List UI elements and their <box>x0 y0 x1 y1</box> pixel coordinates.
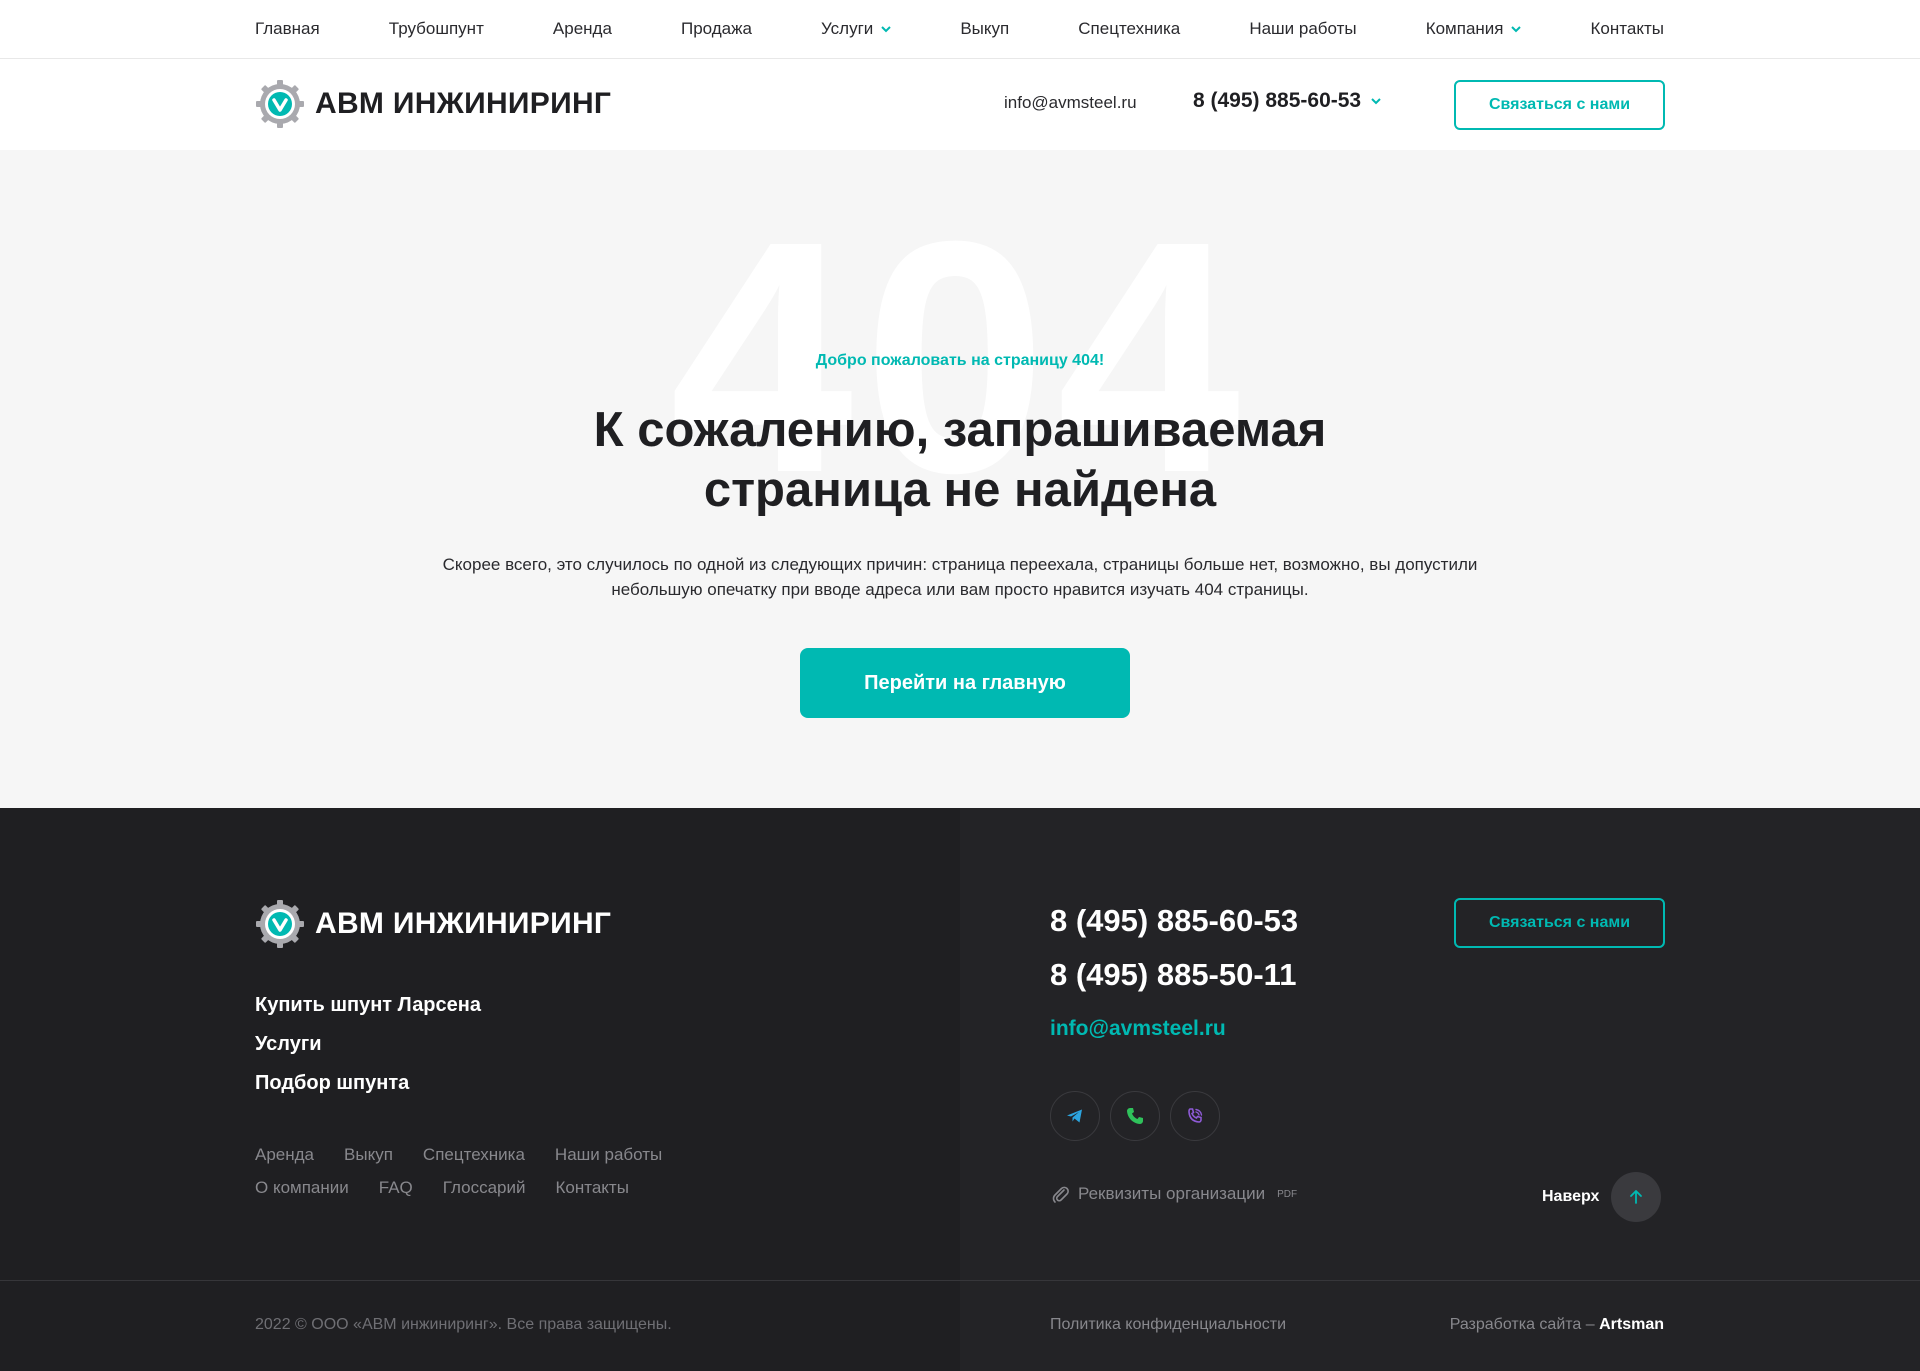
footer-email-link[interactable]: info@avmsteel.ru <box>1050 1017 1226 1041</box>
gear-logo-icon <box>256 80 304 128</box>
nav-item-rent[interactable]: Аренда <box>553 19 612 39</box>
footer-main-links: Купить шпунт Ларсена Услуги Подбор шпунт… <box>255 994 481 1111</box>
social-links <box>1050 1091 1220 1141</box>
footer-contact-us-button[interactable]: Связаться с нами <box>1454 898 1665 948</box>
call-button[interactable] <box>1110 1091 1160 1141</box>
nav-item-label: Выкуп <box>960 19 1010 38</box>
footer-link-services[interactable]: Услуги <box>255 1033 481 1056</box>
site-footer: АВМ ИНЖИНИРИНГ Купить шпунт Ларсена Услу… <box>0 808 1920 1371</box>
back-to-top-label: Наверх <box>1542 1188 1600 1205</box>
back-to-top-button[interactable]: Наверх <box>1542 1172 1662 1222</box>
privacy-policy-link[interactable]: Политика конфиденциальности <box>1050 1316 1286 1334</box>
nav-item-label: Главная <box>255 19 320 38</box>
telegram-button[interactable] <box>1050 1091 1100 1141</box>
chevron-down-icon <box>1371 98 1381 105</box>
copyright-text: 2022 © ООО «АВМ инжиниринг». Все права з… <box>255 1316 672 1333</box>
footer-link-faq[interactable]: FAQ <box>379 1178 413 1198</box>
nav-item-label: Продажа <box>680 19 752 38</box>
contact-us-button[interactable]: Связаться с нами <box>1454 80 1665 130</box>
requisites-link[interactable]: Реквизиты организации PDF <box>1050 1184 1297 1204</box>
error-description-line: небольшую опечатку при вводе адреса или … <box>611 580 1309 599</box>
arrow-up-icon <box>1630 1190 1643 1204</box>
footer-logo[interactable]: АВМ ИНЖИНИРИНГ <box>255 899 611 949</box>
viber-icon <box>1188 1108 1203 1123</box>
paperclip-icon <box>1052 1186 1069 1203</box>
nav-item-trubosphunt[interactable]: Трубошпунт <box>389 19 484 39</box>
nav-item-label: Контакты <box>1590 19 1664 38</box>
nav-item-label: Наши работы <box>1249 19 1357 38</box>
developer-credit: Разработка сайта – Artsman <box>1450 1316 1664 1334</box>
gear-logo-icon <box>256 900 304 948</box>
logo-text: АВМ ИНЖИНИРИНГ <box>315 87 612 120</box>
header-phone[interactable]: 8 (495) 885-60-53 <box>1193 89 1381 113</box>
nav-item-contacts[interactable]: Контакты <box>1591 19 1664 39</box>
nav-item-label: Услуги <box>820 19 874 38</box>
footer-secondary-links: Аренда Выкуп Спецтехника Наши работы О к… <box>255 1145 755 1198</box>
error-description-line: Скорее всего, это случилось по одной из … <box>442 555 1478 574</box>
nav-item-services[interactable]: Услуги <box>821 19 891 39</box>
footer-right-panel <box>960 808 1920 1371</box>
footer-link-about[interactable]: О компании <box>255 1178 349 1198</box>
error-welcome-label: Добро пожаловать на страницу 404! <box>815 352 1105 369</box>
nav-item-label: Аренда <box>552 19 612 38</box>
footer-link-works[interactable]: Наши работы <box>555 1145 662 1165</box>
logo[interactable]: АВМ ИНЖИНИРИНГ <box>255 79 611 129</box>
header-phone-number: 8 (495) 885-60-53 <box>1193 89 1362 112</box>
phone-icon <box>1127 1108 1143 1124</box>
footer-phone-2[interactable]: 8 (495) 885-50-11 <box>1050 957 1296 993</box>
header-email-link[interactable]: info@avmsteel.ru <box>1004 93 1137 113</box>
nav-item-machinery[interactable]: Спецтехника <box>1078 19 1180 39</box>
telegram-icon <box>1067 1109 1082 1123</box>
footer-phone-1[interactable]: 8 (495) 885-60-53 <box>1050 903 1298 939</box>
footer-link-glossary[interactable]: Глоссарий <box>443 1178 526 1198</box>
footer-link-buyback[interactable]: Выкуп <box>344 1145 393 1165</box>
chevron-down-icon <box>1511 26 1522 33</box>
top-nav: Главная Трубошпунт Аренда Продажа Услуги… <box>0 0 1920 59</box>
requisites-label: Реквизиты организации <box>1078 1184 1266 1203</box>
nav-item-home[interactable]: Главная <box>255 19 320 39</box>
logo-text: АВМ ИНЖИНИРИНГ <box>315 907 612 940</box>
error-title-line: страница не найдена <box>703 463 1217 517</box>
nav-item-company[interactable]: Компания <box>1426 19 1522 39</box>
pdf-badge: PDF <box>1277 1188 1298 1200</box>
nav-item-label: Спецтехника <box>1078 19 1181 38</box>
viber-button[interactable] <box>1170 1091 1220 1141</box>
site-header: АВМ ИНЖИНИРИНГ info@avmsteel.ru 8 (495) … <box>0 59 1920 150</box>
nav-item-label: Компания <box>1425 19 1504 38</box>
developer-link[interactable]: Artsman <box>1599 1316 1664 1333</box>
footer-link-rent[interactable]: Аренда <box>255 1145 314 1165</box>
error-title: К сожалению, запрашиваемая страница не н… <box>0 400 1920 520</box>
nav-item-buyback[interactable]: Выкуп <box>960 19 1009 39</box>
footer-link-selection[interactable]: Подбор шпунта <box>255 1072 481 1095</box>
chevron-down-icon <box>881 26 891 33</box>
footer-link-machinery[interactable]: Спецтехника <box>423 1145 525 1165</box>
footer-link-buy-larsen[interactable]: Купить шпунт Ларсена <box>255 994 481 1017</box>
footer-link-contacts[interactable]: Контакты <box>556 1178 629 1198</box>
nav-item-label: Трубошпунт <box>388 19 484 38</box>
footer-divider <box>0 1280 1920 1281</box>
nav-item-works[interactable]: Наши работы <box>1249 19 1356 39</box>
back-to-top-circle <box>1611 1172 1662 1222</box>
error-title-line: К сожалению, запрашиваемая <box>593 403 1327 457</box>
error-section: 404 Добро пожаловать на страницу 404! К … <box>0 150 1920 808</box>
developer-prefix: Разработка сайта – <box>1449 1316 1595 1333</box>
go-home-button[interactable]: Перейти на главную <box>800 648 1130 718</box>
error-description: Скорее всего, это случилось по одной из … <box>380 552 1540 602</box>
nav-item-sale[interactable]: Продажа <box>681 19 752 39</box>
